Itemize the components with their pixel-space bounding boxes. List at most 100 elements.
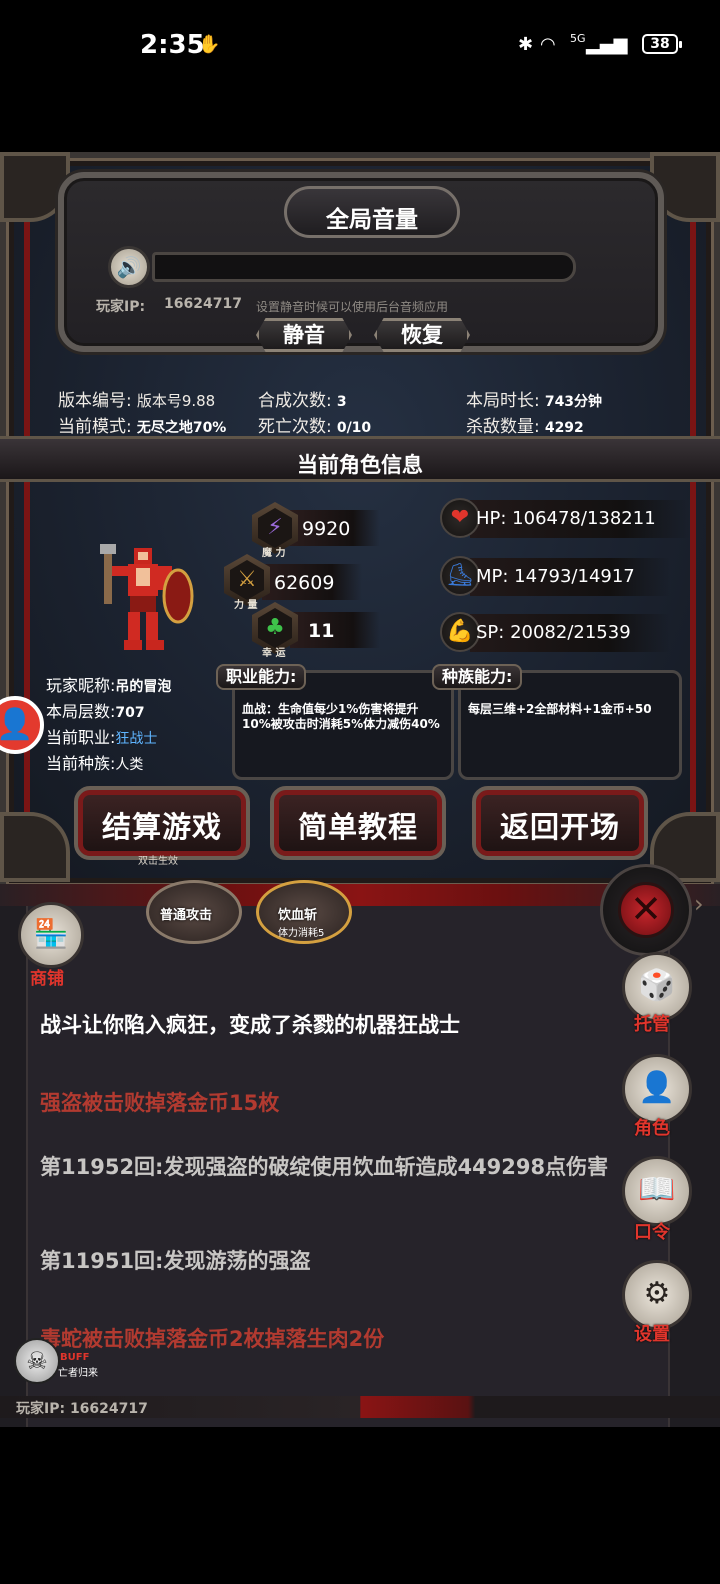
nickname-value: 吊的冒泡	[115, 679, 172, 695]
stat-death-label: 死亡次数:	[258, 417, 332, 437]
heart-icon: ❤	[440, 498, 480, 538]
sword-icon: ⚔	[230, 560, 264, 600]
bluetooth-icon: ✱	[518, 34, 534, 55]
settle-game-hint: 双击生效	[138, 856, 178, 867]
log-entry: 毒蛇被击败掉落金币2枚掉落生肉2份	[40, 1327, 385, 1351]
stat-duration-label: 本局时长:	[466, 391, 540, 411]
race-ability-tag: 种族能力:	[432, 664, 523, 690]
sp-value: SP: 20082/21539	[476, 622, 631, 643]
luck-value-bg	[290, 612, 380, 648]
stat-version-label: 版本编号:	[58, 391, 132, 411]
hero-sprite	[100, 544, 194, 650]
vpn-icon: ✋	[198, 34, 221, 55]
return-opening-button[interactable]: 返回开场	[472, 786, 648, 860]
race-value: 人类	[115, 757, 144, 773]
character-section-title: 当前角色信息	[297, 453, 423, 477]
stat-kills-value: 4292	[544, 420, 584, 436]
settings-label: 设置	[634, 1324, 670, 1345]
player-ip-value: 16624717	[164, 296, 242, 312]
luck-caption: 幸 运	[262, 648, 286, 659]
wifi-icon: ◠	[540, 34, 556, 55]
stat-merge-label: 合成次数:	[258, 391, 332, 411]
auto-label: 托管	[634, 1014, 670, 1035]
settle-game-button[interactable]: 结算游戏	[74, 786, 250, 860]
stat-mode-value: 无尽之地70%	[136, 420, 227, 436]
close-button[interactable]: ✕	[600, 864, 692, 956]
status-bar: 2:35 ✋ ✱ ◠ 5G ▂▄▆ ✕ 38	[0, 0, 720, 90]
frame-red-edge-right	[690, 222, 696, 822]
stat-mode: 当前模式: 无尽之地70%	[58, 412, 226, 437]
mute-button[interactable]: 静音	[256, 318, 352, 352]
floor-label: 本局层数:	[46, 702, 116, 721]
clover-icon: ♣	[258, 608, 292, 648]
volume-title-plate: 全局音量	[284, 186, 460, 238]
status-time: 2:35	[140, 30, 205, 60]
profile-class: 当前职业:狂战士	[46, 724, 157, 748]
buff-label: BUFF	[60, 1352, 90, 1363]
job-ability-text: 血战：生命值每少1%伤害将提升10%被攻击时消耗5%体力减伤40%	[242, 702, 440, 731]
signal-empty-icon: ✕	[612, 34, 626, 53]
close-icon: ✕	[618, 882, 674, 938]
volume-hint: 设置静音时候可以使用后台音频应用	[256, 300, 449, 314]
signal-5g-icon: 5G	[570, 32, 586, 45]
stat-version: 版本编号: 版本号9.88	[58, 386, 215, 411]
shop-icon[interactable]: 🏪	[18, 902, 84, 968]
volume-slider[interactable]	[152, 252, 576, 282]
blood-slash-label: 饮血斩	[278, 908, 318, 923]
book-icon[interactable]: 📖	[622, 1156, 692, 1226]
mp-value: MP: 14793/14917	[476, 566, 635, 587]
code-label: 口令	[634, 1222, 670, 1243]
log-entry: 战斗让你陷入疯狂，变成了杀戮的机器狂战士	[40, 1013, 460, 1037]
class-label: 当前职业:	[46, 728, 116, 747]
magic-value: 9920	[302, 518, 351, 540]
bottom-player-ip: 玩家IP: 16624717	[16, 1401, 148, 1417]
buff-name: 亡者归来	[58, 1368, 98, 1379]
character-section-header: 当前角色信息	[0, 436, 720, 482]
blood-slash-cost: 体力消耗5	[278, 928, 325, 939]
magic-icon: ⚡	[258, 508, 292, 548]
boot-icon: ⛸	[440, 556, 480, 596]
normal-attack-label: 普通攻击	[160, 908, 213, 923]
log-entry: 强盗被击败掉落金币15枚	[40, 1091, 280, 1115]
profile-nickname: 玩家昵称:吊的冒泡	[46, 672, 171, 696]
profile-floor: 本局层数:707	[46, 698, 145, 722]
stat-death-value: 0/10	[336, 420, 372, 436]
game-screen: 全局音量 🔊 玩家IP: 16624717 设置静音时候可以使用后台音频应用 静…	[0, 152, 720, 1427]
stat-version-value: 版本号9.88	[136, 392, 216, 410]
role-label: 角色	[634, 1118, 670, 1139]
chevron-right-icon[interactable]: ›	[694, 890, 704, 918]
player-ip-label: 玩家IP:	[96, 299, 146, 315]
speaker-icon[interactable]: 🔊	[108, 246, 150, 288]
stat-duration-value: 743分钟	[544, 394, 603, 410]
volume-panel: 全局音量 🔊 玩家IP: 16624717 设置静音时候可以使用后台音频应用 静…	[58, 172, 664, 352]
settle-game-label: 结算游戏	[101, 810, 222, 844]
return-opening-label: 返回开场	[499, 810, 620, 844]
stat-duration: 本局时长: 743分钟	[466, 386, 602, 411]
race-ability-text: 每层三维+2全部材料+1金币+50	[468, 702, 652, 716]
stat-kills-label: 杀敌数量:	[466, 417, 540, 437]
stat-merge: 合成次数: 3	[258, 386, 347, 411]
skull-icon[interactable]: ☠	[14, 1338, 60, 1384]
strength-value: 62609	[274, 572, 335, 594]
stat-mode-label: 当前模式:	[58, 417, 132, 437]
muscle-icon: 💪	[440, 612, 480, 652]
class-value: 狂战士	[115, 731, 158, 747]
stat-kills: 杀敌数量: 4292	[466, 412, 584, 437]
luck-value: 11	[308, 620, 335, 642]
restore-button[interactable]: 恢复	[374, 318, 470, 352]
battery-icon: 38	[642, 34, 682, 54]
tutorial-button[interactable]: 简单教程	[270, 786, 446, 860]
race-label: 当前种族:	[46, 754, 116, 773]
profile-race: 当前种族:人类	[46, 750, 143, 774]
nickname-label: 玩家昵称:	[46, 676, 116, 695]
tutorial-label: 简单教程	[297, 810, 418, 844]
job-ability-tag: 职业能力:	[216, 664, 307, 690]
shop-label: 商铺	[30, 969, 64, 989]
strength-caption: 力 量	[234, 600, 258, 611]
volume-title: 全局音量	[326, 207, 418, 233]
log-entry: 第11951回:发现游荡的强盗	[40, 1249, 311, 1273]
magic-caption: 魔 力	[262, 548, 286, 559]
hp-value: HP: 106478/138211	[476, 508, 656, 529]
floor-value: 707	[115, 705, 145, 721]
log-entry: 第11952回:发现强盗的破绽使用饮血斩造成449298点伤害	[40, 1155, 609, 1179]
